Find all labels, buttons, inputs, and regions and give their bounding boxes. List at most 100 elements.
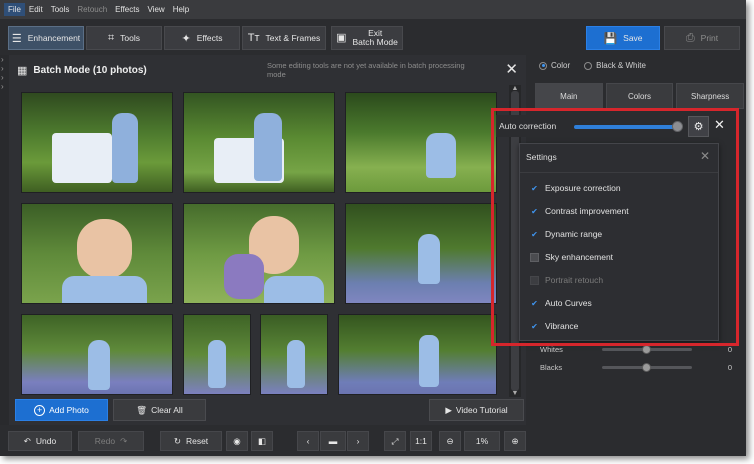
tab-main[interactable]: Main bbox=[535, 83, 603, 109]
adjustment-tabs: Main Colors Sharpness bbox=[535, 83, 745, 109]
tools-tab[interactable]: ⌗ Tools bbox=[86, 26, 162, 50]
undo-icon: ↶ bbox=[23, 435, 31, 446]
tools-label: Tools bbox=[120, 33, 141, 43]
bottom-status-bar: ↶ Undo Redo ↷ ↻ Reset ◉ ◧ ‹ ▬ › ⤢ 1:1 ⊖ … bbox=[0, 426, 746, 456]
zoom-in-button[interactable]: ⊕ bbox=[504, 431, 526, 451]
bw-radio[interactable]: Black & White bbox=[584, 61, 646, 70]
left-collapse-strip[interactable]: › › › › bbox=[0, 55, 9, 425]
batch-panel: ▦ Batch Mode (10 photos) Some editing to… bbox=[9, 55, 526, 425]
tab-colors[interactable]: Colors bbox=[605, 83, 674, 109]
scroll-down-icon[interactable]: ▼ bbox=[509, 390, 521, 397]
batch-photo-5[interactable] bbox=[183, 203, 335, 304]
print-button[interactable]: ⎙ Print bbox=[664, 26, 740, 50]
blacks-label: Blacks bbox=[540, 362, 563, 372]
photo-editor-window: File Edit Tools Retouch Effects View Hel… bbox=[0, 0, 746, 456]
magic-wand-icon: ✦ bbox=[181, 32, 191, 45]
batch-photo-1[interactable] bbox=[21, 92, 173, 193]
photo-subject-girl bbox=[426, 133, 456, 178]
blacks-track[interactable] bbox=[602, 362, 692, 372]
redo-button[interactable]: Redo ↷ bbox=[78, 431, 144, 451]
menu-view[interactable]: View bbox=[143, 3, 168, 16]
menu-help[interactable]: Help bbox=[169, 3, 193, 16]
undo-label: Undo bbox=[35, 436, 57, 446]
photo-subject-girl bbox=[88, 340, 110, 390]
trash-icon: 🗑 bbox=[136, 404, 148, 415]
color-radio[interactable]: Color bbox=[539, 61, 570, 70]
compare-button[interactable]: ◧ bbox=[251, 431, 273, 451]
actual-size-button[interactable]: 1:1 bbox=[410, 431, 432, 451]
radio-selected-icon bbox=[539, 61, 547, 70]
printer-icon: ⎙ bbox=[685, 31, 695, 44]
zoom-level-field[interactable]: 1% bbox=[464, 431, 500, 451]
text-frames-tab[interactable]: Tт Text & Frames bbox=[242, 26, 326, 50]
next-photo-button[interactable]: › bbox=[347, 431, 369, 451]
chevron-right-icon: › bbox=[356, 436, 360, 446]
batch-photo-9[interactable] bbox=[260, 314, 328, 395]
photo-subject-face bbox=[77, 219, 132, 279]
batch-photo-10[interactable] bbox=[338, 314, 497, 395]
folder-icon: ▬ bbox=[328, 436, 338, 446]
close-batch-icon[interactable]: ✕ bbox=[505, 60, 518, 78]
reset-button[interactable]: ↻ Reset bbox=[160, 431, 222, 451]
photo-subject-girl bbox=[418, 234, 440, 284]
menu-effects[interactable]: Effects bbox=[111, 3, 143, 16]
effects-tab[interactable]: ✦ Effects bbox=[164, 26, 240, 50]
enhancement-tab[interactable]: ☰ Enhancement bbox=[8, 26, 84, 50]
zoom-value: 1% bbox=[475, 436, 489, 446]
floppy-disk-icon: 💾 bbox=[603, 32, 618, 45]
fit-to-screen-button[interactable]: ⤢ bbox=[384, 431, 406, 451]
photo-subject-girl bbox=[112, 113, 138, 183]
tab-sharpness[interactable]: Sharpness bbox=[676, 83, 745, 109]
plus-icon: ⊕ bbox=[511, 435, 519, 446]
video-camera-icon: ▶ bbox=[445, 404, 452, 415]
photo-subject-dress bbox=[264, 276, 324, 303]
exit-label-line2: Batch Mode bbox=[352, 37, 398, 47]
main-toolbar: ☰ Enhancement ⌗ Tools ✦ Effects Tт Text … bbox=[0, 19, 746, 55]
image-stack-icon: ▣ bbox=[336, 31, 347, 44]
photo-subject-girl bbox=[419, 335, 439, 387]
photo-subject-table bbox=[52, 133, 112, 183]
text-frames-label: Text & Frames bbox=[265, 33, 321, 43]
batch-photo-7[interactable] bbox=[21, 314, 173, 395]
prev-photo-button[interactable]: ‹ bbox=[297, 431, 319, 451]
photo-subject-girl bbox=[254, 113, 282, 181]
save-button[interactable]: 💾 Save bbox=[586, 26, 660, 50]
browse-folder-button[interactable]: ▬ bbox=[320, 431, 346, 451]
batch-photo-6[interactable] bbox=[345, 203, 497, 304]
batch-photo-4[interactable] bbox=[21, 203, 173, 304]
undo-button[interactable]: ↶ Undo bbox=[8, 431, 72, 451]
photo-subject-girl bbox=[287, 340, 305, 388]
batch-photo-2[interactable] bbox=[183, 92, 335, 193]
add-photo-button[interactable]: + Add Photo bbox=[15, 399, 108, 421]
effects-label: Effects bbox=[196, 33, 223, 43]
zoom-out-button[interactable]: ⊖ bbox=[439, 431, 461, 451]
sliders-icon: ☰ bbox=[11, 32, 22, 45]
text-icon: Tт bbox=[247, 32, 260, 44]
menu-tools[interactable]: Tools bbox=[47, 3, 74, 16]
exit-label: Exit Batch Mode bbox=[353, 29, 398, 47]
blacks-slider[interactable]: Blacks 0 bbox=[540, 360, 740, 374]
photo-subject-dress bbox=[62, 276, 147, 303]
bw-label: Black & White bbox=[596, 61, 646, 70]
redo-label: Redo bbox=[94, 436, 116, 446]
video-tutorial-label: Video Tutorial bbox=[455, 405, 508, 415]
photo-subject-flowers bbox=[224, 254, 264, 299]
batch-photo-8[interactable] bbox=[183, 314, 251, 395]
preview-eye-button[interactable]: ◉ bbox=[226, 431, 248, 451]
menu-file[interactable]: File bbox=[4, 3, 25, 16]
batch-photo-3[interactable] bbox=[345, 92, 497, 193]
plus-circle-icon: + bbox=[34, 404, 46, 416]
crop-icon: ⌗ bbox=[107, 31, 115, 44]
eye-icon: ◉ bbox=[233, 435, 241, 446]
exit-batch-mode-button[interactable]: ▣ Exit Batch Mode bbox=[331, 26, 403, 50]
menu-edit[interactable]: Edit bbox=[25, 3, 47, 16]
blacks-knob[interactable] bbox=[642, 362, 651, 372]
menu-bar: File Edit Tools Retouch Effects View Hel… bbox=[0, 0, 746, 19]
batch-title: Batch Mode (10 photos) bbox=[33, 64, 147, 76]
menu-retouch[interactable]: Retouch bbox=[73, 3, 111, 16]
chevron-left-icon: ‹ bbox=[306, 436, 310, 446]
whites-track[interactable] bbox=[602, 344, 692, 354]
video-tutorial-button[interactable]: ▶ Video Tutorial bbox=[429, 399, 524, 421]
clear-all-button[interactable]: 🗑 Clear All bbox=[113, 399, 206, 421]
color-mode-selector: Color Black & White bbox=[539, 61, 646, 70]
